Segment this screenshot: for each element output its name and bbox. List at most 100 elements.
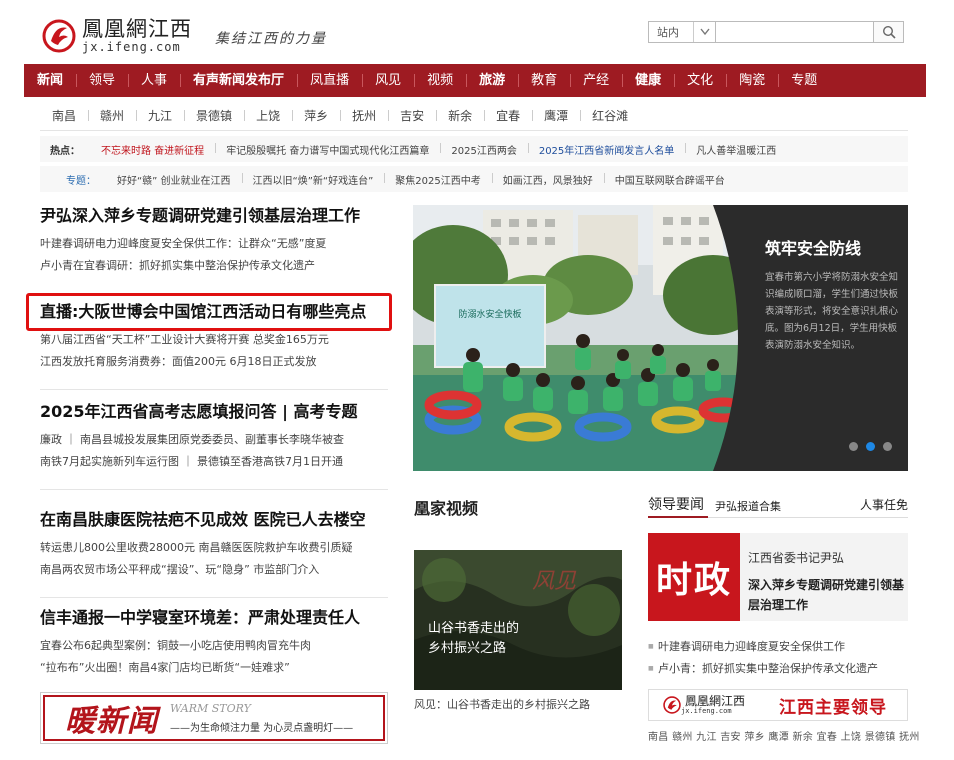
headline-link[interactable]: 2025年江西省高考志愿填报问答 | 高考专题: [40, 401, 388, 423]
video-section-title[interactable]: 凰家视频: [414, 495, 478, 519]
nav-item[interactable]: 新闻: [24, 64, 76, 97]
phoenix-logo-icon: [42, 19, 76, 53]
hero-carousel[interactable]: 防溺水安全快板 筑牢安全防线 宜春市第六小学将防溺水安全知识编成顺口溜，学生们通…: [413, 205, 908, 471]
list-item[interactable]: 叶建春调研电力迎峰度夏安全保供工作: [648, 636, 910, 658]
divider: [40, 389, 388, 390]
sub-news-link[interactable]: 廉政 ｜ 南昌县城投发展集团原党委委员、副董事长李晓华被查: [40, 429, 388, 451]
nav-item[interactable]: 凤直播: [297, 64, 362, 97]
city-link[interactable]: 九江: [136, 107, 184, 124]
carousel-dot[interactable]: [849, 442, 858, 451]
video-caption[interactable]: 风见：山谷书香走出的乡村振兴之路: [414, 696, 590, 712]
city-link[interactable]: 鹰潭: [532, 107, 580, 124]
main-leaders-banner[interactable]: 鳳凰網江西 jx.ifeng.com 江西主要领导: [648, 689, 908, 721]
hot-label: 热点：: [50, 145, 80, 157]
leader-name: 江西省委书记尹弘: [748, 551, 845, 565]
sub-news-link[interactable]: 南铁7月起实施新列车运行图 ｜ 景德镇至香港高铁7月1日开通: [40, 451, 388, 473]
video-watermark: 风见: [532, 569, 577, 594]
nav-item[interactable]: 旅游: [466, 64, 518, 97]
nav-item[interactable]: 视频: [414, 64, 466, 97]
nav-item[interactable]: 产经: [570, 64, 622, 97]
special-topic-link[interactable]: 好好“赣” 创业就业在江西: [106, 172, 242, 187]
headline-link[interactable]: 尹弘深入萍乡专题调研党建引领基层治理工作: [40, 205, 388, 227]
sub-news-link[interactable]: 南昌两农贸市场公平秤成“摆设”、玩“隐身” 市监部门介入: [40, 559, 388, 581]
city-link[interactable]: 新余: [436, 107, 484, 124]
nav-item[interactable]: 风见: [362, 64, 414, 97]
city-link[interactable]: 红谷滩: [580, 107, 640, 124]
tab-personnel[interactable]: 人事任免: [860, 496, 908, 513]
city-link[interactable]: 抚州: [340, 107, 388, 124]
hot-topic-link[interactable]: 2025江西两会: [440, 142, 527, 157]
site-logo[interactable]: 鳳凰網江西 jx.ifeng.com: [42, 18, 192, 54]
video-thumbnail[interactable]: 风见 山谷书香走出的 乡村振兴之路: [414, 550, 622, 690]
sub-news-link[interactable]: 第八届江西省“天工杯”工业设计大赛将开赛 总奖金165万元: [40, 329, 388, 351]
special-topic-link[interactable]: 江西以旧“焕”新“好戏连台”: [241, 172, 385, 187]
leader-feature-card[interactable]: 时政 江西省委书记尹弘 深入萍乡专题调研党建引领基层治理工作: [648, 533, 908, 621]
nav-item[interactable]: 专题: [778, 64, 830, 97]
sub-news-link[interactable]: “拉布布”火出圈！南昌4家门店均已断货“一娃难求”: [40, 657, 388, 679]
city-link[interactable]: 南昌: [40, 107, 88, 124]
main-nav: 新闻 领导 人事 有声新闻发布厅 凤直播 风见 视频 旅游 教育 产经 健康 文化 陶瓷 专题: [24, 64, 926, 97]
phoenix-logo-icon: [663, 696, 681, 714]
politics-badge: 时政: [648, 533, 740, 621]
city-link[interactable]: 吉安: [388, 107, 436, 124]
hot-topic-link[interactable]: 凡人善举温暖江西: [685, 142, 787, 157]
search-scope-select[interactable]: 站内: [648, 21, 716, 43]
tab-yinhong-collection[interactable]: 尹弘报道合集: [715, 498, 781, 514]
highlight-annotation: [26, 293, 392, 331]
news-block: 2025年江西省高考志愿填报问答 | 高考专题 廉政 ｜ 南昌县城投发展集团原党委…: [40, 401, 388, 473]
nav-item[interactable]: 文化: [674, 64, 726, 97]
city-link[interactable]: 宜春: [484, 107, 532, 124]
hot-topic-link[interactable]: 2025年江西省新闻发言人名单: [527, 142, 685, 157]
city-link[interactable]: 上饶: [244, 107, 292, 124]
search-bar: 站内: [648, 21, 904, 43]
carousel-dot[interactable]: [883, 442, 892, 451]
warm-news-banner[interactable]: 暖新闻 WARM STORY ——为生命倾注力量 为心灵点盏明灯——: [40, 692, 388, 744]
sub-news-link[interactable]: 江西发放托育服务消费券：面值200元 6月18日正式发放: [40, 351, 388, 373]
special-topic-link[interactable]: 如画江西，风景独好: [491, 172, 604, 187]
sub-news-link[interactable]: 宜春公布6起典型案例：铜鼓一小吃店使用鸭肉冒充牛肉: [40, 635, 388, 657]
nav-item[interactable]: 教育: [518, 64, 570, 97]
banner-subtitle-en: WARM STORY: [170, 702, 251, 715]
city-link[interactable]: 景德镇: [184, 107, 244, 124]
leader-news-headline[interactable]: 深入萍乡专题调研党建引领基层治理工作: [748, 575, 908, 615]
city-link[interactable]: 赣州: [88, 107, 136, 124]
headline-link[interactable]: 在南昌肤康医院祛疤不见成效 医院已人去楼空: [40, 509, 388, 531]
list-item[interactable]: 卢小青：抓好抓实集中整治保护传承文化遗产: [648, 658, 910, 680]
sub-news-link[interactable]: 转运患儿800公里收费28000元 南昌赣医医院救护车收费引质疑: [40, 537, 388, 559]
nav-item[interactable]: 人事: [128, 64, 180, 97]
search-button[interactable]: [874, 21, 904, 43]
special-topic-link[interactable]: 中国互联网联合辟谣平台: [603, 172, 736, 187]
hero-description: 宜春市第六小学将防溺水安全知识编成顺口溜，学生们通过快板表演等形式，将安全意识扎…: [765, 272, 899, 351]
nav-item[interactable]: 陶瓷: [726, 64, 778, 97]
nav-item[interactable]: 健康: [622, 64, 674, 97]
topics-label: 专题：: [66, 175, 96, 187]
sub-news-link[interactable]: 卢小青在宜春调研：抓好抓实集中整治保护传承文化遗产: [40, 255, 388, 277]
city-footer[interactable]: 南昌 赣州 九江 吉安 萍乡 鹰潭 新余 宜春 上饶 景德镇 抚州: [648, 728, 920, 743]
site-header: 鳳凰網江西 jx.ifeng.com 集结江西的力量 站内: [0, 0, 954, 64]
hot-topic-link[interactable]: 不忘来时路 奋进新征程: [90, 142, 215, 157]
banner-title: 暖新闻: [65, 704, 158, 739]
city-link[interactable]: 萍乡: [292, 107, 340, 124]
carousel-dot-active[interactable]: [866, 442, 875, 451]
carousel-dots: [849, 442, 892, 451]
city-nav: 南昌 赣州 九江 景德镇 上饶 萍乡 抚州 吉安 新余 宜春 鹰潭 红谷滩: [40, 104, 640, 126]
news-block: 在南昌肤康医院祛疤不见成效 医院已人去楼空 转运患儿800公里收费28000元 南…: [40, 509, 388, 581]
search-input[interactable]: [716, 21, 874, 43]
hero-photo[interactable]: 防溺水安全快板: [413, 205, 753, 471]
headline-link[interactable]: 信丰通报一中学寝室环境差：严肃处理责任人: [40, 607, 388, 629]
nav-item[interactable]: 有声新闻发布厅: [180, 64, 297, 97]
hot-topic-link[interactable]: 牢记殷殷嘱托 奋力谱写中国式现代化江西篇章: [215, 142, 440, 157]
logo-domain: jx.ifeng.com: [82, 40, 181, 54]
search-scope-label: 站内: [657, 26, 679, 39]
hero-title[interactable]: 筑牢安全防线: [765, 235, 899, 259]
news-block: 信丰通报一中学寝室环境差：严肃处理责任人 宜春公布6起典型案例：铜鼓一小吃店使用鸭…: [40, 607, 388, 679]
divider: [40, 130, 908, 131]
tab-leader-news[interactable]: 领导要闻: [648, 494, 708, 518]
divider: [40, 489, 388, 490]
divider: [40, 597, 388, 598]
special-topic-link[interactable]: 聚焦2025江西中考: [384, 172, 491, 187]
banner-title: 江西主要领导: [779, 697, 887, 718]
nav-item[interactable]: 领导: [76, 64, 128, 97]
sub-news-link[interactable]: 叶建春调研电力迎峰度夏安全保供工作：让群众“无感”度夏: [40, 233, 388, 255]
video-overlay-line2: 乡村振兴之路: [428, 640, 506, 656]
